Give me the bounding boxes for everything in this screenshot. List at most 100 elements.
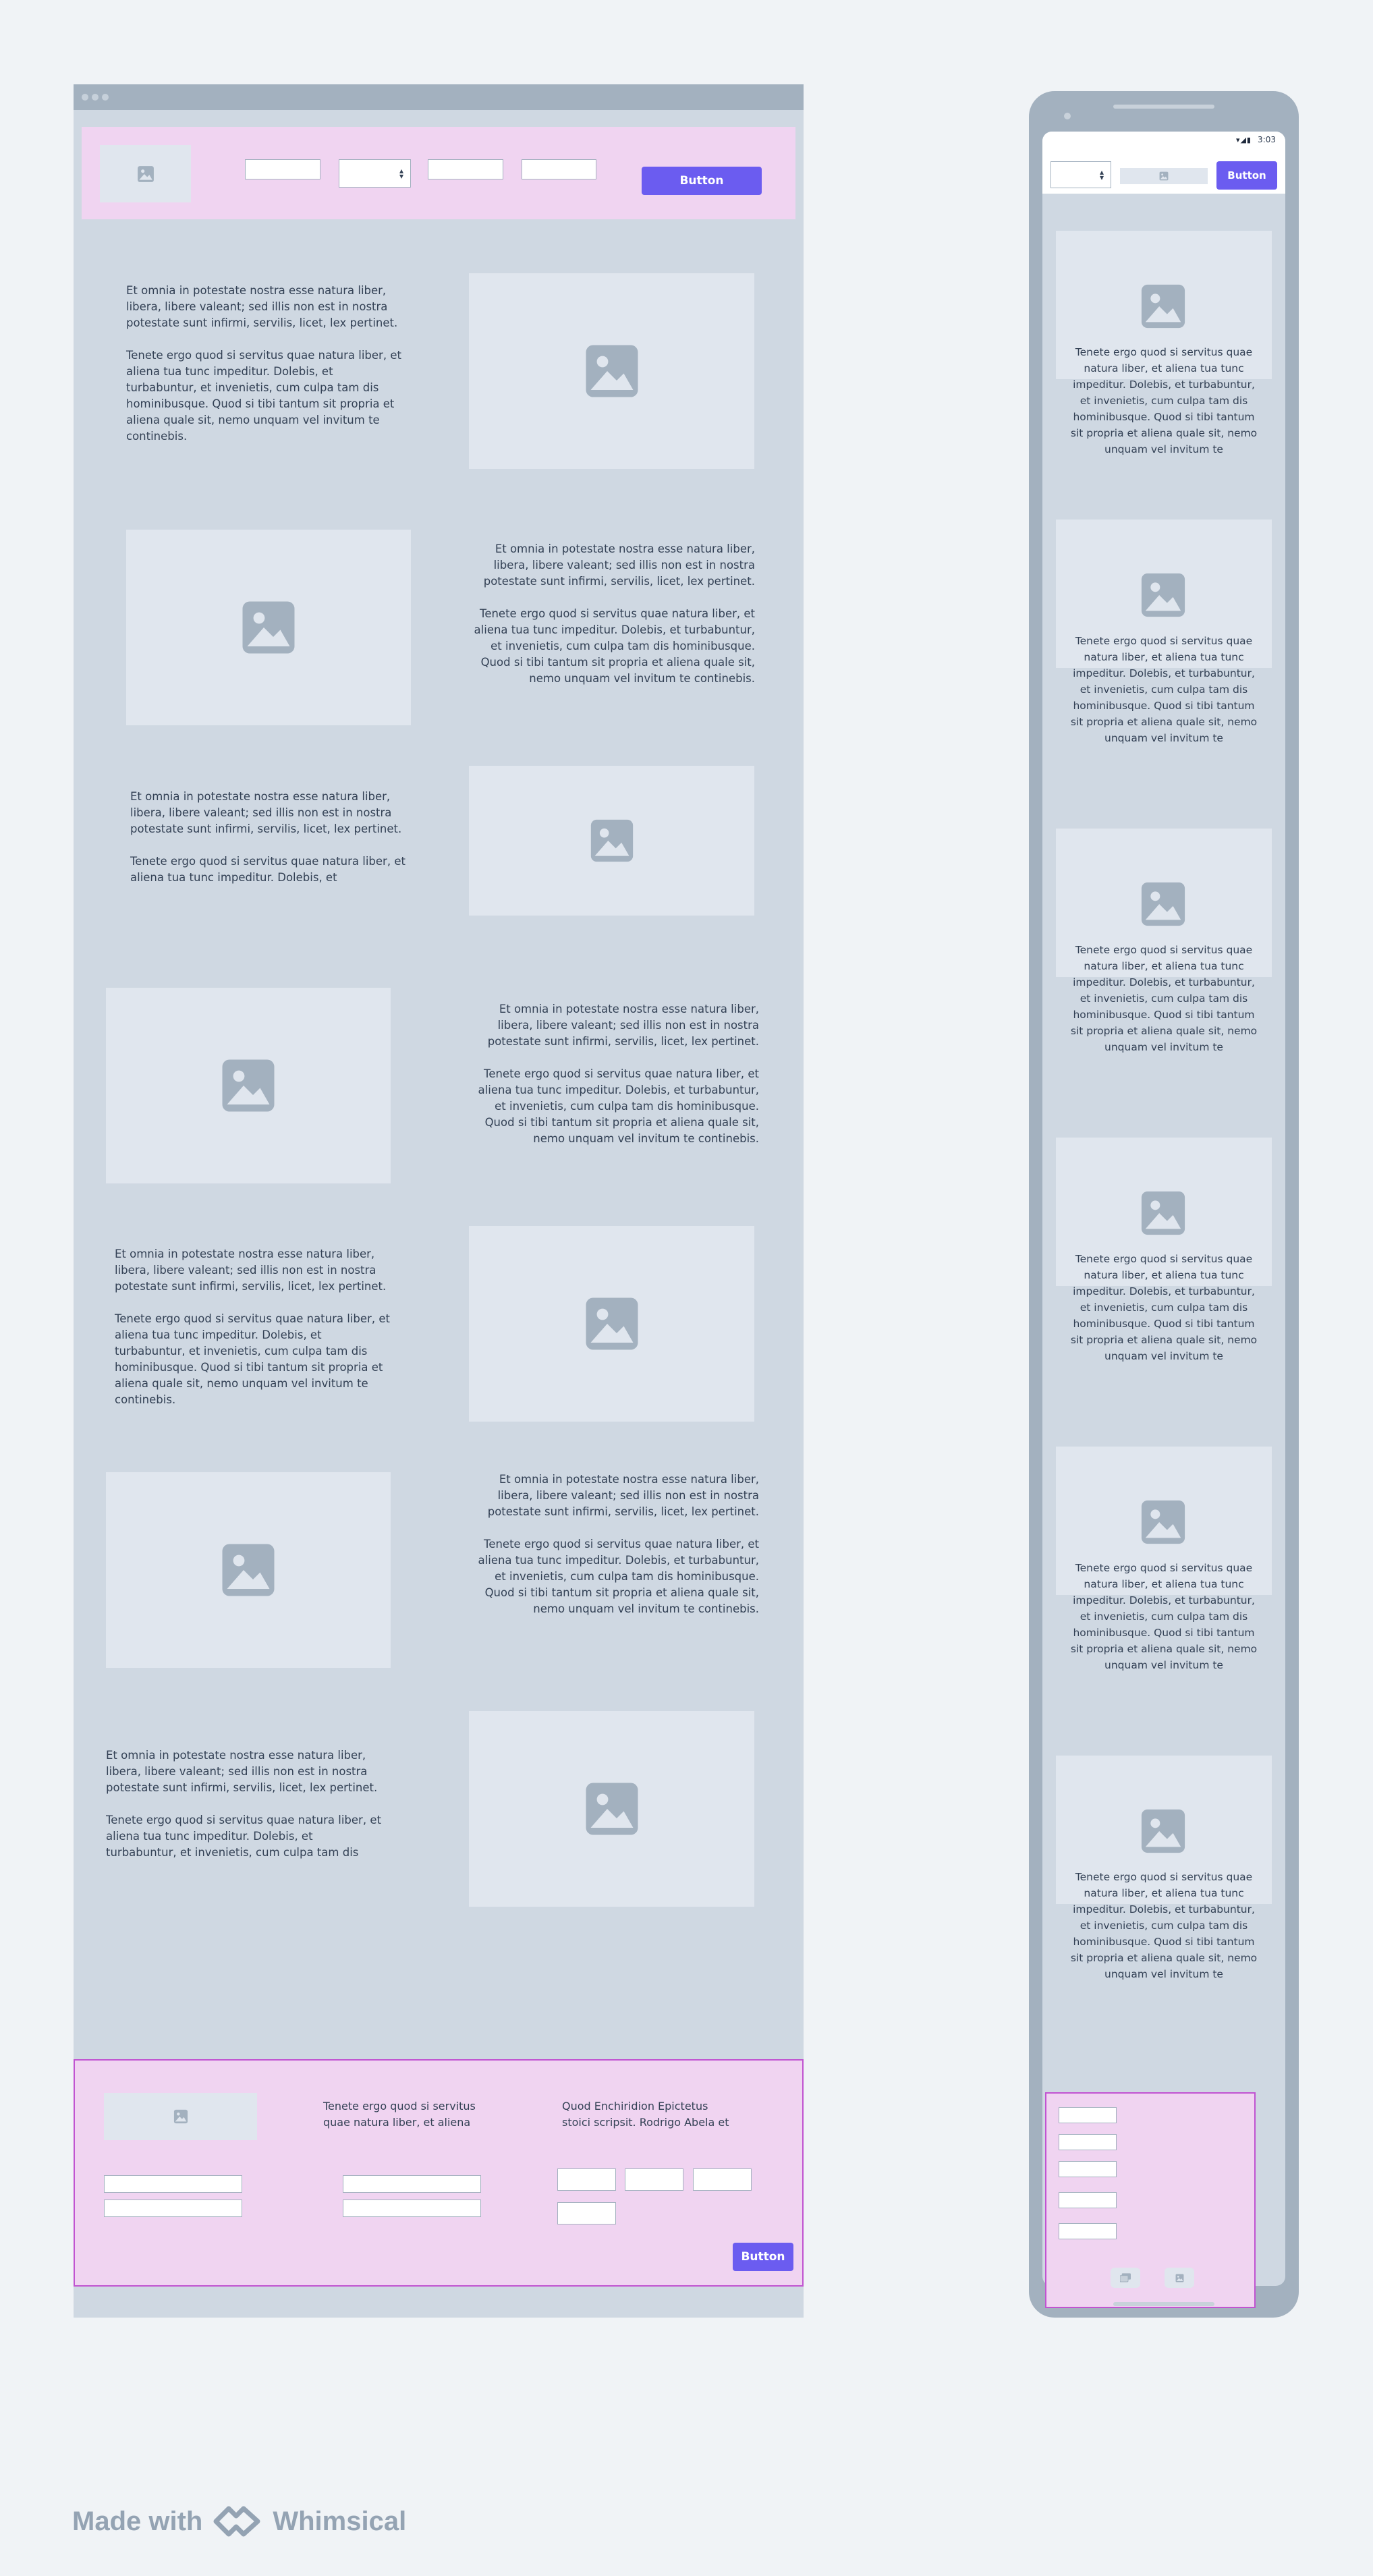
image-icon	[586, 345, 638, 397]
header-input-2[interactable]	[428, 159, 503, 179]
footer-logo-placeholder	[104, 2093, 257, 2140]
image-icon	[1159, 171, 1169, 181]
footer-input[interactable]	[557, 2202, 616, 2224]
mobile-card-text: Tenete ergo quod si servitus quae natura…	[1070, 346, 1258, 455]
made-with-whimsical[interactable]: Made with Whimsical	[72, 2503, 406, 2540]
gallery-icon[interactable]	[1111, 2268, 1140, 2288]
section-text: Et omnia in potestate nostra esse natura…	[115, 1246, 395, 1408]
section-text: Et omnia in potestate nostra esse natura…	[477, 1472, 759, 1617]
image-icon	[590, 819, 633, 862]
paragraph: Tenete ergo quod si servitus quae natura…	[115, 1312, 390, 1406]
paragraph: Tenete ergo quod si servitus quae natura…	[130, 855, 405, 884]
footer-input[interactable]	[343, 2200, 481, 2217]
made-with-label: Made with	[72, 2506, 203, 2536]
phone-home-bar	[1113, 2302, 1214, 2306]
mobile-button[interactable]: Button	[1216, 161, 1277, 190]
section-image	[469, 1226, 754, 1422]
mobile-footer	[1045, 2092, 1256, 2308]
mobile-card-text: Tenete ergo quod si servitus quae natura…	[1070, 1253, 1258, 1362]
section-image	[126, 530, 411, 725]
browser-title-bar	[74, 84, 804, 110]
image-icon	[1141, 1809, 1185, 1853]
mobile-app-bar: ▴ ▾ Button	[1042, 150, 1285, 194]
section-text: Et omnia in potestate nostra esse natura…	[472, 541, 755, 687]
header-logo-placeholder	[100, 145, 191, 202]
footer-input[interactable]	[625, 2168, 683, 2191]
mobile-footer-input[interactable]	[1059, 2134, 1117, 2150]
header-input-1[interactable]	[245, 159, 320, 179]
image-icon	[1141, 284, 1185, 329]
image-icon	[222, 1059, 275, 1112]
window-dot-icon	[82, 94, 88, 101]
section-image	[469, 273, 754, 469]
section-text: Et omnia in potestate nostra esse natura…	[130, 789, 410, 887]
header-input-3[interactable]	[522, 159, 596, 179]
paragraph: Tenete ergo quod si servitus quae natura…	[478, 1067, 759, 1145]
section-text: Et omnia in potestate nostra esse natura…	[126, 283, 406, 445]
image-icon	[173, 2109, 188, 2124]
section-text: Et omnia in potestate nostra esse natura…	[477, 1001, 759, 1147]
desktop-footer: Tenete ergo quod si servitus quae natura…	[74, 2059, 804, 2287]
mobile-select[interactable]: ▴ ▾	[1050, 161, 1111, 188]
select-arrows-icon: ▴ ▾	[1099, 167, 1104, 182]
footer-button[interactable]: Button	[733, 2243, 793, 2271]
image-icon	[222, 1544, 275, 1596]
paragraph: Tenete ergo quod si servitus quae natura…	[474, 607, 755, 685]
mobile-footer-input[interactable]	[1059, 2223, 1117, 2239]
status-bar: ▾◢▮ 3:03	[1042, 132, 1285, 150]
footer-text: Quod Enchiridion Epictetus stoici scrips…	[562, 2100, 729, 2129]
paragraph: Et omnia in potestate nostra esse natura…	[130, 790, 402, 835]
window-dot-icon	[102, 94, 109, 101]
status-time: 3:03	[1258, 135, 1276, 144]
section-image	[106, 988, 391, 1183]
mobile-card-text: Tenete ergo quod si servitus quae natura…	[1070, 944, 1258, 1053]
paragraph: Et omnia in potestate nostra esse natura…	[483, 542, 755, 588]
header-select[interactable]: ▴ ▾	[339, 159, 411, 188]
image-icon	[1141, 882, 1185, 926]
footer-input[interactable]	[104, 2175, 242, 2193]
paragraph: Tenete ergo quod si servitus quae natura…	[478, 1538, 759, 1615]
phone-speaker	[1113, 105, 1214, 109]
mobile-footer-input[interactable]	[1059, 2192, 1117, 2208]
section-image	[106, 1472, 391, 1668]
image-icon	[1141, 573, 1185, 617]
mobile-card-text: Tenete ergo quod si servitus quae natura…	[1070, 635, 1258, 744]
mobile-wireframe: ▾◢▮ 3:03 ▴ ▾ Button Tenete ergo quod si s…	[1029, 91, 1299, 2318]
mobile-footer-input[interactable]	[1059, 2107, 1117, 2123]
whimsical-brand: Whimsical	[273, 2506, 407, 2536]
image-icon	[1141, 1500, 1185, 1544]
footer-text: Tenete ergo quod si servitus quae natura…	[323, 2100, 476, 2129]
phone-camera	[1064, 113, 1071, 119]
image-icon	[586, 1297, 638, 1350]
mobile-card-text: Tenete ergo quod si servitus quae natura…	[1070, 1871, 1258, 1980]
whimsical-logo-icon	[213, 2506, 260, 2537]
paragraph: Tenete ergo quod si servitus quae natura…	[106, 1814, 381, 1859]
image-icon[interactable]	[1165, 2268, 1194, 2288]
paragraph: Et omnia in potestate nostra esse natura…	[487, 1003, 759, 1048]
phone-screen: ▾◢▮ 3:03 ▴ ▾ Button Tenete ergo quod si s…	[1042, 132, 1285, 2286]
paragraph: Tenete ergo quod si servitus quae natura…	[126, 349, 401, 443]
footer-input[interactable]	[104, 2200, 242, 2217]
mobile-footer-input[interactable]	[1059, 2161, 1117, 2177]
footer-input[interactable]	[557, 2168, 616, 2191]
section-text: Et omnia in potestate nostra esse natura…	[106, 1747, 386, 1862]
status-icons: ▾◢▮	[1235, 136, 1252, 144]
section-image	[469, 1711, 754, 1907]
section-image	[469, 766, 754, 916]
select-arrows-icon: ▴ ▾	[399, 166, 403, 181]
mobile-logo-placeholder	[1120, 168, 1208, 184]
paragraph: Et omnia in potestate nostra esse natura…	[115, 1248, 387, 1293]
paragraph: Et omnia in potestate nostra esse natura…	[106, 1749, 378, 1794]
footer-input[interactable]	[343, 2175, 481, 2193]
footer-input[interactable]	[693, 2168, 752, 2191]
paragraph: Et omnia in potestate nostra esse natura…	[126, 284, 398, 329]
image-icon	[1141, 1191, 1185, 1235]
image-icon	[137, 165, 154, 182]
image-icon	[586, 1783, 638, 1835]
mobile-card-text: Tenete ergo quod si servitus quae natura…	[1070, 1562, 1258, 1671]
paragraph: Et omnia in potestate nostra esse natura…	[487, 1473, 759, 1518]
header-button[interactable]: Button	[642, 167, 762, 195]
image-icon	[242, 601, 295, 654]
window-dot-icon	[92, 94, 99, 101]
desktop-header: ▴ ▾ Button	[82, 127, 795, 219]
